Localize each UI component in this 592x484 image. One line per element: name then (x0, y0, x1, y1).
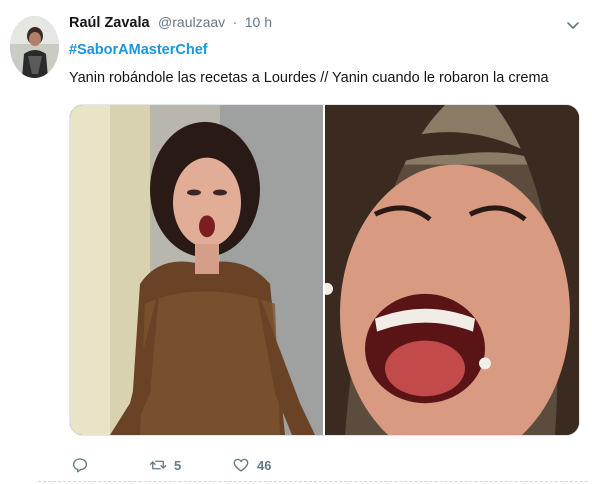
retweet-button[interactable]: 5 (149, 454, 181, 476)
tweet-header: Raúl Zavala @raulzaav · 10 h (69, 14, 272, 34)
tweet-card[interactable]: Raúl Zavala @raulzaav · 10 h #SaborAMast… (0, 0, 592, 484)
author-name[interactable]: Raúl Zavala (69, 15, 150, 31)
avatar[interactable] (10, 16, 59, 78)
retweet-count: 5 (174, 457, 182, 473)
reply-icon (72, 458, 88, 473)
reply-button[interactable] (71, 454, 96, 476)
media-grid (69, 104, 580, 436)
heart-icon (233, 458, 249, 472)
media-photo-right[interactable] (325, 105, 579, 435)
retweet-icon (149, 460, 167, 470)
tweet-text: Yanin robándole las recetas a Lourdes //… (69, 70, 549, 86)
avatar-image (10, 16, 59, 78)
author-handle[interactable]: @raulzaav (158, 14, 225, 30)
hashtag-link[interactable]: #SaborAMasterChef (69, 42, 208, 58)
separator-dot: · (232, 14, 238, 30)
tweet-timestamp[interactable]: 10 h (245, 14, 272, 30)
like-count: 46 (257, 457, 272, 473)
bottom-divider (38, 481, 588, 482)
chevron-down-icon[interactable] (565, 17, 581, 33)
media-photo-left[interactable] (70, 105, 323, 435)
like-button[interactable]: 46 (232, 454, 271, 476)
tweet-actions: 5 46 (69, 454, 549, 476)
